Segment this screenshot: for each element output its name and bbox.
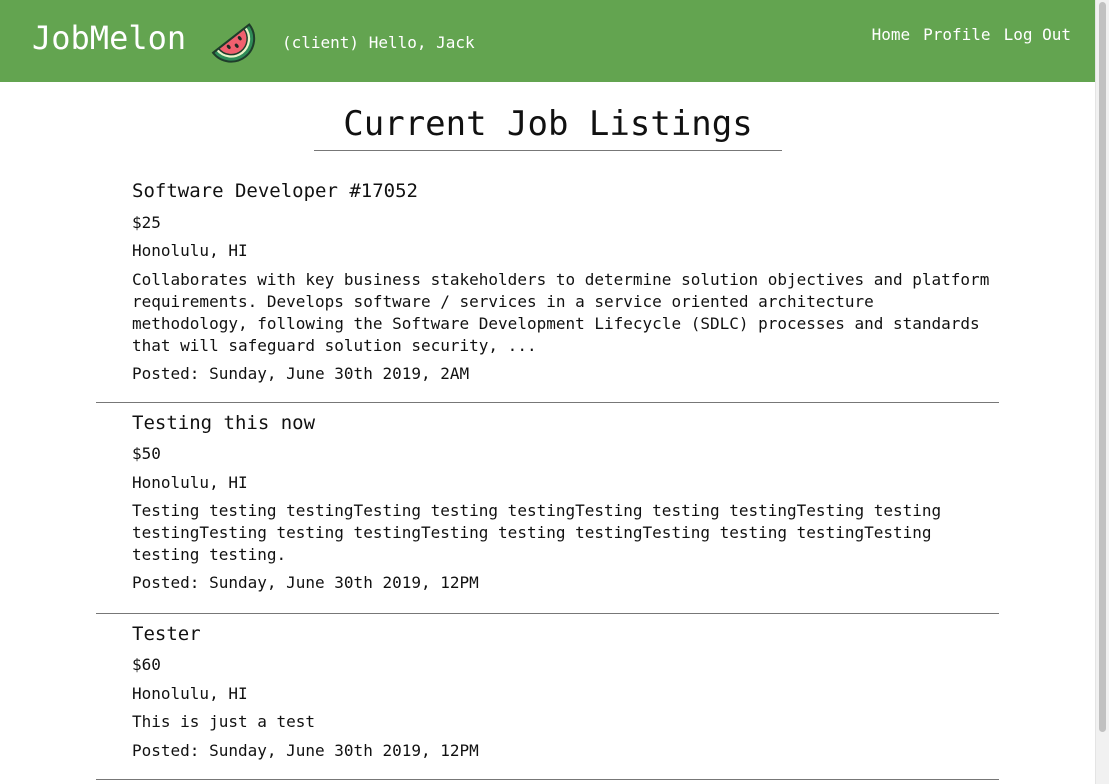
job-pay: $50 [132,444,161,463]
user-greeting: (client) Hello, Jack [282,33,475,52]
nav-profile-link[interactable]: Profile [923,25,990,45]
job-posted-date: Posted: Sunday, June 30th 2019, 12PM [132,741,479,760]
job-title[interactable]: Software Developer #17052 [132,179,418,203]
job-posted-date: Posted: Sunday, June 30th 2019, 2AM [132,364,470,383]
job-listing: Software Developer #17052 $25 Honolulu, … [96,176,999,403]
nav-logout-link[interactable]: Log Out [1004,25,1071,45]
nav-home-link[interactable]: Home [872,25,911,45]
job-title[interactable]: Testing this now [132,411,315,435]
job-location: Honolulu, HI [132,241,248,260]
nav-links: Home Profile Log Out [872,25,1071,45]
job-title[interactable]: Tester [132,622,201,646]
job-description: Collaborates with key business stakehold… [132,270,990,355]
job-location: Honolulu, HI [132,684,248,703]
watermelon-icon [211,23,256,63]
job-posted-date: Posted: Sunday, June 30th 2019, 12PM [132,573,479,592]
job-description: This is just a test [132,712,316,731]
page-title: Current Job Listings [314,102,782,151]
job-pay: $60 [132,655,161,674]
job-description: Testing testing testingTesting testing t… [132,501,942,564]
job-pay: $25 [132,213,161,232]
vertical-scrollbar[interactable] [1095,0,1109,784]
job-listing: Tester $60 Honolulu, HI This is just a t… [96,619,999,780]
brand-link[interactable]: JobMelon [32,18,186,58]
job-listing: Testing this now $50 Honolulu, HI Testin… [96,408,999,614]
top-navbar: JobMelon (client) Hello, Jack Home Profi… [0,0,1095,82]
scrollbar-thumb[interactable] [1099,2,1106,732]
job-location: Honolulu, HI [132,473,248,492]
